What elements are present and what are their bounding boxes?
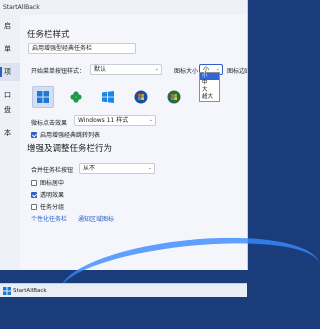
icon-size-option-xlarge[interactable]: 超大	[200, 94, 219, 101]
windows10-logo-icon	[102, 91, 114, 103]
title-bar: StartAllBack	[0, 0, 247, 15]
sidebar-item-label: 本	[4, 129, 11, 137]
settings-window: StartAllBack 启 单 项 口 盘 本 任务栏样式 启用增强型经典任务…	[0, 0, 248, 270]
transparency-label: 透明效果	[40, 192, 65, 199]
windows11-logo-icon	[37, 91, 49, 103]
icon-spacing-label: 图标边距	[227, 68, 247, 75]
checkbox-box	[31, 131, 37, 138]
main-content: 任务栏样式 启用增强型经典任务栏 开始菜单按钮样式： 默认 ⌄ 图标大小 小 ⌄…	[20, 15, 247, 270]
start-style-clover[interactable]	[65, 86, 87, 108]
combine-buttons-select[interactable]: 从不 ⌄	[79, 163, 155, 174]
jump-list-label: 启用增强经典跳转列表	[40, 132, 101, 139]
start-style-windows10[interactable]	[97, 86, 119, 108]
enhanced-taskbar-button[interactable]: 启用增强型经典任务栏	[28, 43, 136, 54]
icon-size-option-large[interactable]: 大	[200, 87, 219, 94]
sidebar-item-1[interactable]: 单	[0, 40, 20, 58]
start-style-windows7-orb[interactable]	[130, 86, 152, 108]
jump-list-checkbox[interactable]: 启用增强经典跳转列表	[31, 130, 100, 139]
window-title: StartAllBack	[3, 4, 40, 11]
task-grouping-label: 任务分组	[40, 204, 65, 211]
icon-size-dropdown: 小 中 大 超大	[199, 72, 220, 102]
sidebar-item-label: 口	[4, 91, 11, 99]
icon-size-option-medium[interactable]: 中	[200, 80, 219, 87]
sidebar-item-label: 盘	[4, 106, 11, 114]
icon-size-label: 图标大小	[174, 68, 199, 75]
start-button-value: 默认	[94, 66, 107, 73]
sidebar-item-label: 单	[4, 45, 11, 53]
checkbox-box	[31, 203, 37, 210]
section-title-behavior: 增强及调整任务栏行为	[27, 144, 113, 154]
app-icon[interactable]	[3, 286, 11, 295]
taskbar: StartAllBack	[0, 283, 247, 297]
sidebar-item-label: 项	[4, 68, 11, 76]
sidebar: 启 单 项 口 盘 本	[0, 15, 20, 270]
task-grouping-checkbox[interactable]: 任务分组	[31, 202, 64, 211]
checkbox-box	[31, 179, 37, 186]
sidebar-item-2[interactable]: 项	[0, 63, 20, 81]
taskbar-app-label[interactable]: StartAllBack	[13, 288, 47, 294]
combine-buttons-value: 从不	[83, 165, 96, 172]
windows-vista-orb-icon	[167, 90, 181, 104]
section-title-taskbar-style: 任务栏样式	[27, 30, 70, 40]
start-button-select[interactable]: 默认 ⌄	[90, 64, 162, 75]
center-icons-checkbox[interactable]: 图标居中	[31, 178, 64, 187]
chevron-down-icon: ⌄	[147, 165, 152, 171]
sidebar-item-5[interactable]: 本	[0, 124, 20, 142]
combine-buttons-label: 合并任务栏按钮	[31, 167, 74, 174]
sidebar-item-0[interactable]: 启	[0, 17, 20, 35]
notification-icons-link[interactable]: 通知区域图标	[78, 214, 114, 223]
start-style-windows-vista-orb[interactable]	[163, 86, 185, 108]
chevron-down-icon: ⌄	[154, 66, 159, 72]
personalize-taskbar-link[interactable]: 个性化任务栏	[31, 214, 67, 223]
windows7-orb-icon	[134, 90, 148, 104]
win-key-label: 微标点击效果	[31, 120, 68, 127]
checkbox-box	[31, 191, 37, 198]
icon-size-option-small[interactable]: 小	[200, 73, 219, 80]
transparency-checkbox[interactable]: 透明效果	[31, 190, 64, 199]
win-key-select[interactable]: Windows 11 样式 ⌄	[74, 115, 156, 126]
start-button-label: 开始菜单按钮样式：	[31, 68, 86, 75]
win-key-value: Windows 11 样式	[78, 117, 129, 124]
clover-icon	[70, 91, 82, 103]
center-icons-label: 图标居中	[40, 180, 65, 187]
sidebar-item-4[interactable]: 盘	[0, 101, 20, 119]
sidebar-item-label: 启	[4, 22, 11, 30]
start-style-windows11[interactable]	[32, 86, 54, 108]
chevron-down-icon: ⌄	[148, 117, 153, 123]
